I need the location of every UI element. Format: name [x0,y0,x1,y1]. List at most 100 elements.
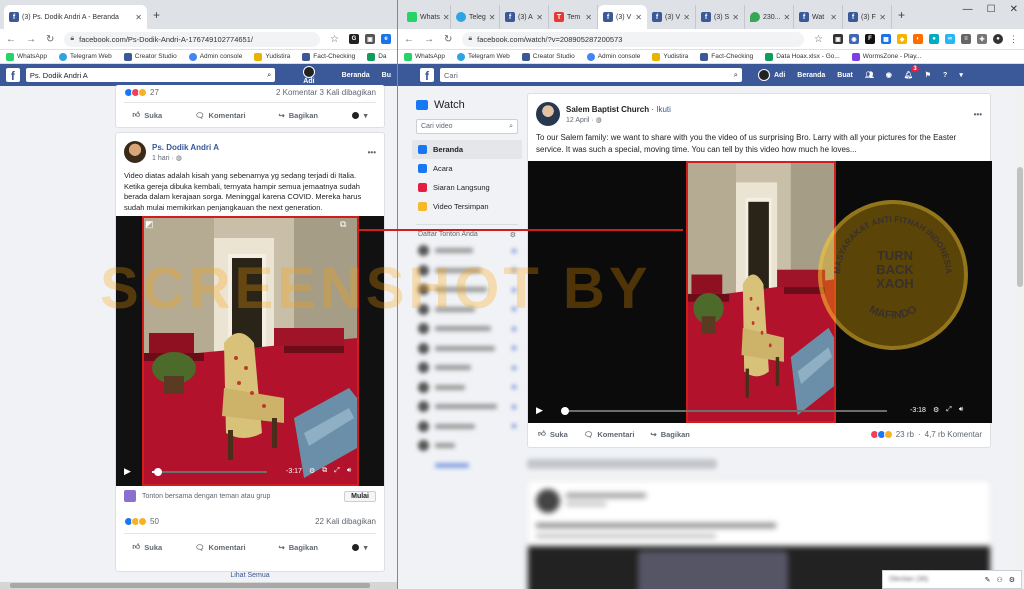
share-count[interactable]: 22 Kali dibagikan [315,517,376,526]
tab-facebook[interactable]: f Wat ✕ [794,5,843,29]
bookmark-telegram[interactable]: Telegram Web [59,52,112,61]
like-button[interactable]: 👍︎ Suka [132,542,162,552]
extension-icon[interactable]: ▣ [833,34,843,44]
back-icon[interactable]: ← [6,34,16,45]
post-options-icon[interactable]: ••• [974,110,982,119]
sidebar-item-home[interactable]: Beranda [412,140,522,159]
extension-icon[interactable]: ▣ [365,34,375,44]
share-button[interactable]: ↪ Bagikan [650,430,689,439]
bookmark-star-icon[interactable]: ☆ [330,34,339,45]
group-chat-icon[interactable]: ⚇ [996,576,1002,584]
gear-icon[interactable]: ⚙ [1009,576,1015,584]
list-item[interactable] [412,339,522,359]
tab-whatsapp[interactable]: Whats ✕ [402,5,451,29]
close-tab-icon[interactable]: ✕ [732,13,739,22]
miniplayer-icon[interactable]: ⧉ [322,467,327,475]
tab-active[interactable]: f (3) Ps. Dodik Andri A - Beranda ✕ [4,5,147,29]
bookmark-wormszone[interactable]: WormsZone - Play... [851,52,921,61]
settings-gear-icon[interactable]: ⚙ [933,406,939,414]
bookmark-fact-checking[interactable]: Fact-Checking [700,52,753,61]
close-tab-icon[interactable]: ✕ [830,13,837,22]
facebook-logo-icon[interactable]: f [420,68,434,82]
post-date[interactable]: 12 April [566,117,589,124]
volume-icon[interactable]: 🔊︎ [347,467,351,475]
search-icon[interactable]: ⌕ [267,70,271,80]
settings-gear-icon[interactable]: ⚙ [309,467,315,475]
tab-maps[interactable]: 230... ✕ [745,5,794,29]
facebook-logo-icon[interactable]: f [6,68,20,82]
tab-facebook[interactable]: f (3) A ✕ [500,5,549,29]
tab-temp[interactable]: T Tem ✕ [549,5,598,29]
profile-link[interactable]: Adi [758,69,785,81]
friends-icon[interactable]: 👥︎ [865,71,874,79]
extension-icon[interactable]: ∞ [945,34,955,44]
reactions-summary[interactable]: 50 [124,517,159,526]
extension-icon[interactable]: ▦ [881,34,891,44]
sidebar-item-shows[interactable]: Acara [412,159,522,178]
extension-icon[interactable]: ◐ [913,34,923,44]
audience-selector[interactable]: ▾ [350,110,368,120]
minimize-icon[interactable]: — [963,4,973,15]
post-options-icon[interactable]: ••• [368,148,376,157]
close-window-icon[interactable]: ✕ [1010,4,1018,15]
cast-icon[interactable]: ⧉ [340,219,346,230]
notifications-icon[interactable]: 🔔︎ 3 [904,66,919,79]
puzzle-icon[interactable]: ✚ [977,34,987,44]
fullscreen-icon[interactable]: ⤢ [946,406,952,414]
scrollbar-thumb[interactable] [1017,167,1023,287]
like-button[interactable]: 👍︎ Suka [538,429,568,439]
close-tab-icon[interactable]: ✕ [489,13,496,22]
comment-button[interactable]: 🗨︎ Komentari [584,430,635,439]
author-avatar[interactable] [536,102,560,126]
sidebar-item-live[interactable]: Siaran Langsung [412,178,522,197]
facebook-search[interactable]: Cari ⌕ [440,68,742,82]
bookmark-star-icon[interactable]: ☆ [814,34,823,45]
messenger-icon[interactable]: ◉ [886,71,892,79]
tab-facebook[interactable]: f (3) F ✕ [843,5,892,29]
tab-facebook[interactable]: f (3) S ✕ [696,5,745,29]
new-tab-icon[interactable]: + [147,8,166,22]
extension-icon[interactable]: ◆ [897,34,907,44]
chat-bar[interactable]: Obrolan (36) ✎ ⚇ ⚙ [882,570,1022,589]
list-item[interactable] [412,436,522,456]
quick-help-icon[interactable]: ⚑ [925,71,931,79]
menu-icon[interactable]: ⋮ [1009,34,1018,45]
play-icon[interactable]: ▶ [536,405,543,416]
follow-button[interactable]: Ikuti [656,105,671,114]
expand-icon[interactable]: ◩ [145,219,154,230]
author-name[interactable]: Ps. Dodik Andri A [152,143,219,152]
home-link[interactable]: Beranda [342,72,370,79]
extension-icon[interactable]: e [381,34,391,44]
start-watch-party-button[interactable]: Mulai [344,490,376,502]
close-tab-icon[interactable]: ✕ [536,13,543,22]
bookmark-creator-studio[interactable]: Creator Studio [521,52,575,61]
extension-icon[interactable]: G [349,34,359,44]
list-item[interactable] [412,358,522,378]
maximize-icon[interactable]: ☐ [987,4,996,15]
close-tab-icon[interactable]: ✕ [879,13,886,22]
bookmark-telegram[interactable]: Telegram Web [457,52,510,61]
bookmark-data-hoax[interactable]: Data Hoax.xlsx - Go... [765,52,840,61]
search-icon[interactable]: ⌕ [734,70,738,80]
extension-icon[interactable]: ◉ [849,34,859,44]
audience-selector[interactable]: ▾ [350,542,368,552]
fullscreen-icon[interactable]: ⤢ [334,467,340,475]
reactions-summary[interactable]: 27 [124,88,159,97]
video-search-input[interactable]: Cari video ⌕ [416,119,518,134]
list-item[interactable] [412,378,522,398]
previous-post-counts[interactable]: 2 Komentar 3 Kali dibagikan [276,88,376,97]
like-button[interactable]: 👍︎ Suka [132,110,162,120]
share-button[interactable]: ↪ Bagikan [278,111,317,120]
share-button[interactable]: ↪ Bagikan [278,543,317,552]
reactions-summary[interactable]: 23 rb [869,429,914,439]
close-tab-icon[interactable]: ✕ [635,13,642,22]
tab-active[interactable]: f (3) V ✕ [598,5,647,29]
scrollbar-thumb[interactable] [10,583,370,588]
bookmark-whatsapp[interactable]: WhatsApp [404,52,445,61]
search-icon[interactable]: ⌕ [509,123,513,131]
tab-telegram[interactable]: Teleg ✕ [451,5,500,29]
address-bar[interactable]: 🔒︎ facebook.com/watch/?v=208905287200573 [462,31,805,47]
bookmark-data[interactable]: Da [367,52,387,61]
reload-icon[interactable]: ↻ [46,34,54,45]
post-time[interactable]: 1 hari [152,155,170,162]
